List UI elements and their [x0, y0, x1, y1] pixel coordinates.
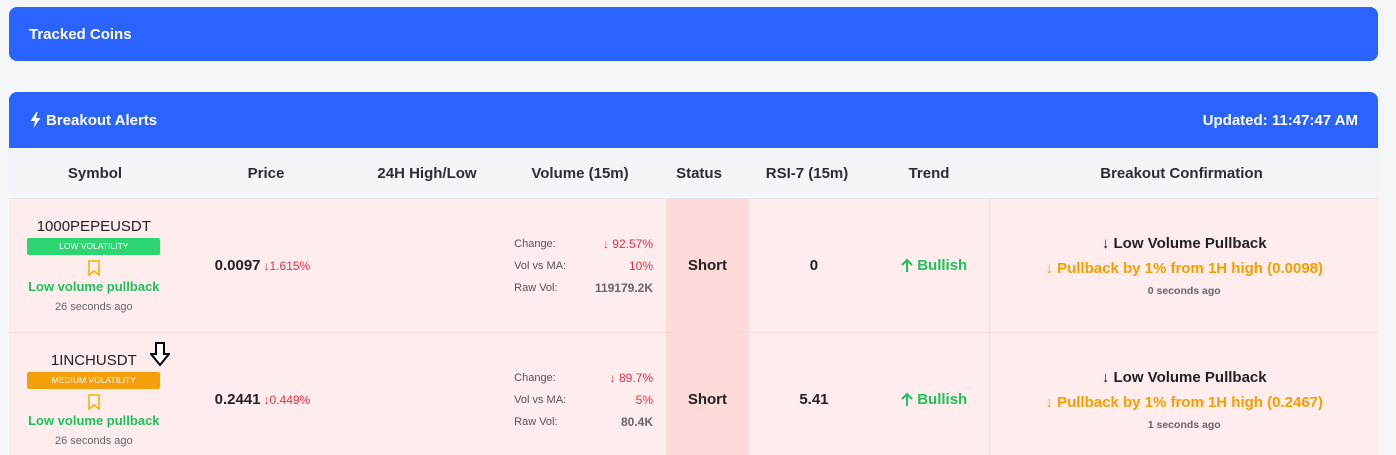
pullback-note: Low volume pullback [28, 279, 160, 294]
col-price[interactable]: Price [181, 165, 351, 182]
confirmation-title: ↓ Low Volume Pullback [1101, 234, 1267, 252]
volume-cell: Change: ↓ 92.57% Vol vs MA: 10% Raw Vol: 11… [496, 199, 666, 332]
table-row[interactable]: 1000PEPEUSDT LOW VOLATILITY Low volume p… [9, 199, 1378, 333]
time-ago: 26 seconds ago [54, 301, 133, 313]
col-symbol[interactable]: Symbol [9, 165, 181, 182]
symbol-name: 1INCHUSDT [50, 352, 137, 369]
change-value: ↓ 92.57% [602, 236, 653, 251]
col-rsi[interactable]: RSI-7 (15m) [741, 165, 873, 182]
vol-ma-label: Vol vs MA: [514, 393, 567, 406]
arrow-up-icon [901, 392, 913, 406]
col-status[interactable]: Status [657, 165, 741, 182]
rsi-cell: 5.41 [799, 391, 829, 408]
trend-cell: Bullish [879, 199, 989, 332]
arrow-up-icon [901, 258, 913, 272]
high-low-cell [346, 199, 496, 332]
volume-cell: Change: ↓ 89.7% Vol vs MA: 5% Raw Vol: 80.4… [496, 333, 666, 455]
trend-label: Bullish [917, 391, 968, 408]
confirmation-ago: 0 seconds ago [1147, 284, 1221, 297]
vol-ma-value: 5% [635, 392, 653, 407]
price-change: ↓0.449% [263, 393, 311, 407]
status-cell: Short [666, 199, 749, 332]
price-value: 0.0097 [214, 257, 261, 274]
updated-time: Updated: 11:47:47 AM [1202, 111, 1358, 129]
symbol-name: 1000PEPEUSDT [36, 218, 151, 235]
tracked-coins-header[interactable]: Tracked Coins [9, 7, 1378, 61]
vol-ma-label: Vol vs MA: [514, 259, 567, 272]
pullback-note: Low volume pullback [28, 413, 160, 428]
confirmation-cell: ↓ Low Volume Pullback ↓ Pullback by 1% f… [989, 199, 1378, 332]
col-trend[interactable]: Trend [873, 165, 985, 182]
confirmation-ago: 1 seconds ago [1147, 418, 1221, 431]
trend-cell: Bullish [879, 333, 989, 455]
raw-vol-value: 80.4K [620, 414, 653, 429]
table-header: Symbol Price 24H High/Low Volume (15m) S… [9, 148, 1378, 199]
change-label: Change: [514, 237, 556, 250]
bookmark-icon[interactable] [87, 394, 101, 410]
vol-ma-value: 10% [628, 258, 653, 273]
volatility-badge: LOW VOLATILITY [27, 238, 161, 255]
price-value: 0.2441 [214, 391, 261, 408]
volatility-badge: MEDIUM VOLATILITY [27, 372, 161, 389]
col-high-low[interactable]: 24H High/Low [351, 165, 503, 182]
price-cell: 0.2441 ↓0.449% [179, 333, 347, 455]
price-change: ↓1.615% [263, 259, 311, 273]
breakout-alerts-panel: Breakout Alerts Updated: 11:47:47 AM Sym… [9, 92, 1378, 455]
tracked-coins-title: Tracked Coins [29, 25, 132, 43]
change-value: ↓ 89.7% [609, 370, 653, 385]
confirmation-title: ↓ Low Volume Pullback [1101, 368, 1267, 386]
breakout-alerts-title: Breakout Alerts [46, 111, 158, 129]
rsi-cell: 0 [809, 257, 819, 274]
confirmation-detail: ↓ Pullback by 1% from 1H high (0.0098) [1045, 259, 1324, 277]
status-cell: Short [666, 333, 749, 455]
time-ago: 26 seconds ago [54, 435, 133, 447]
change-label: Change: [514, 371, 556, 384]
col-confirmation[interactable]: Breakout Confirmation [985, 165, 1378, 182]
raw-vol-value: 119179.2K [594, 280, 653, 295]
price-cell: 0.0097 ↓1.615% [179, 199, 347, 332]
high-low-cell [346, 333, 496, 455]
breakout-alerts-header: Breakout Alerts Updated: 11:47:47 AM [9, 92, 1378, 148]
trend-label: Bullish [917, 257, 968, 274]
bookmark-icon[interactable] [87, 260, 101, 276]
col-volume[interactable]: Volume (15m) [503, 165, 657, 182]
confirmation-detail: ↓ Pullback by 1% from 1H high (0.2467) [1045, 393, 1324, 411]
table-row[interactable]: 1INCHUSDT MEDIUM VOLATILITY Low volume p… [9, 333, 1378, 455]
confirmation-cell: ↓ Low Volume Pullback ↓ Pullback by 1% f… [989, 333, 1378, 455]
bolt-icon [30, 112, 41, 128]
symbol-cell: 1000PEPEUSDT LOW VOLATILITY Low volume p… [9, 199, 179, 332]
raw-vol-label: Raw Vol: [514, 415, 558, 428]
mouse-cursor-icon [150, 342, 170, 366]
raw-vol-label: Raw Vol: [514, 281, 558, 294]
